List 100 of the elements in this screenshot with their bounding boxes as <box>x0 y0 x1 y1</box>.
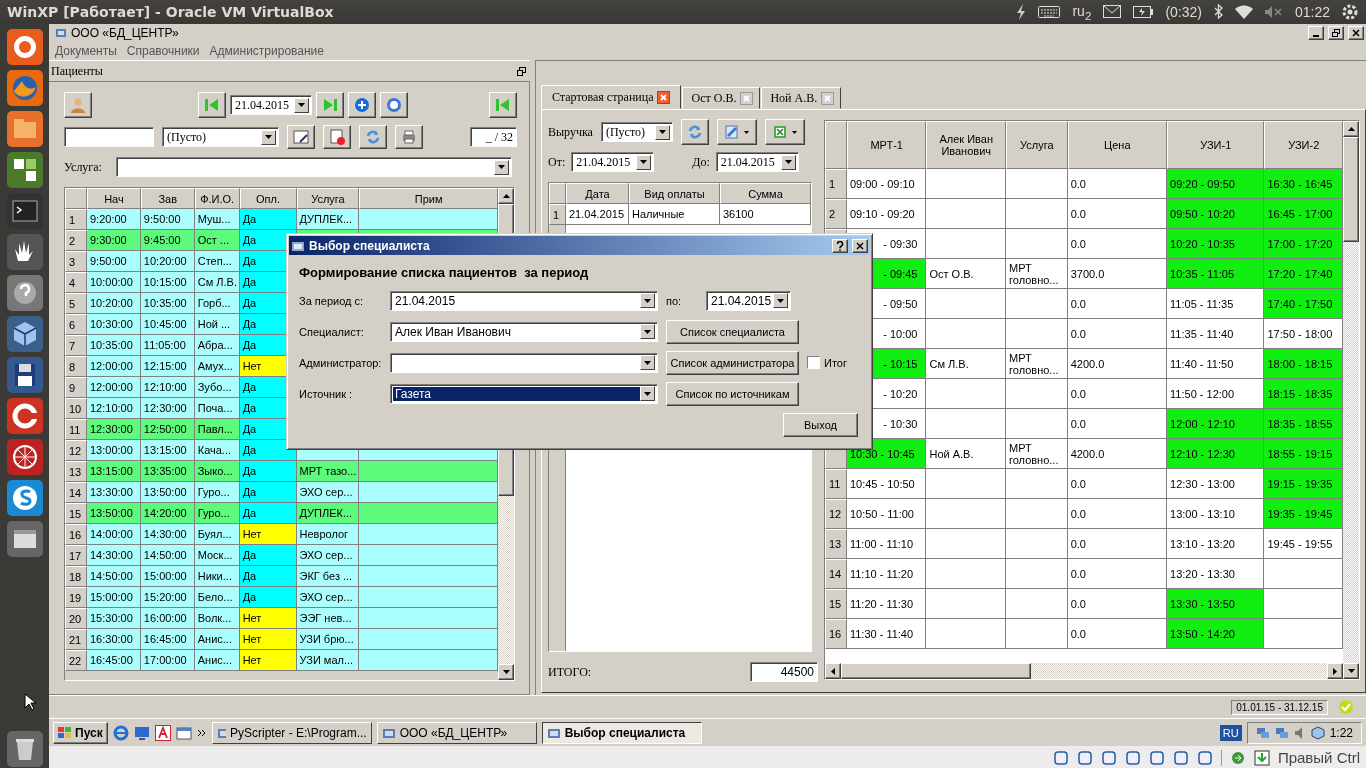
scroll-up-icon[interactable] <box>1343 121 1359 137</box>
column-header[interactable]: Алек Иван Иванович <box>926 121 1006 169</box>
edit-menu-button[interactable] <box>716 119 757 145</box>
close-button[interactable] <box>1348 26 1364 40</box>
wifi-icon[interactable] <box>1234 5 1253 19</box>
pen-icon[interactable] <box>1100 749 1117 766</box>
scroll-up-icon[interactable] <box>498 188 514 204</box>
column-header[interactable]: Прим <box>359 188 498 209</box>
taskbar-button[interactable]: ООО «БД_ЦЕНТР» <box>376 721 537 744</box>
last-button[interactable] <box>316 92 344 118</box>
time-slot-cell[interactable]: 18:00 - 18:15 <box>1264 349 1343 379</box>
check-icon[interactable] <box>1338 699 1354 715</box>
desktop-icon[interactable] <box>133 724 150 741</box>
filter-dropdown[interactable]: (Пусто) <box>162 127 279 147</box>
column-header[interactable]: МРТ-1 <box>846 121 927 169</box>
list-button[interactable]: Список администратора <box>666 350 799 375</box>
dialog-dropdown[interactable]: Алек Иван Иванович <box>390 321 658 342</box>
export-menu-button[interactable] <box>764 119 805 145</box>
time-slot-cell[interactable]: 11:10 - 11:20 <box>846 559 927 589</box>
taskbar-button[interactable]: PyScripter - E:\Program... <box>211 721 372 744</box>
muted-speaker-icon[interactable] <box>1264 6 1283 18</box>
circle-logo-icon[interactable] <box>5 28 44 66</box>
scroll-thumb[interactable] <box>1343 137 1359 242</box>
close-icon[interactable] <box>657 90 671 104</box>
date-dropdown[interactable]: 21.04.2015 <box>230 95 312 115</box>
mail-icon[interactable] <box>1103 5 1122 19</box>
time-slot-cell[interactable]: 19:15 - 19:35 <box>1264 469 1343 499</box>
keyboard-layout[interactable]: ru$_{2}$ <box>1072 2 1092 22</box>
dialog-dropdown[interactable]: 21.04.2015 <box>390 290 658 311</box>
column-header[interactable]: Зав <box>140 188 195 209</box>
browser-icon[interactable] <box>112 724 129 741</box>
chevron-icon[interactable] <box>196 727 207 738</box>
time-slot-cell[interactable]: 12:30 - 13:00 <box>1167 469 1265 499</box>
scroll-right-icon[interactable] <box>1327 663 1343 679</box>
help-button[interactable] <box>832 238 848 253</box>
time-slot-cell[interactable]: 18:15 - 18:35 <box>1264 379 1343 409</box>
network-icon[interactable] <box>1124 749 1141 766</box>
list-button[interactable]: Список специалиста <box>666 319 799 344</box>
checkbox[interactable]: Итог <box>807 356 847 369</box>
dialog-dropdown[interactable] <box>390 352 658 373</box>
folder-icon[interactable] <box>5 110 44 148</box>
taskbar-button[interactable]: Выбор специалиста <box>541 721 702 744</box>
column-header[interactable]: Опл. <box>239 188 297 209</box>
restore-icon[interactable] <box>517 66 526 76</box>
folder-icon[interactable] <box>1148 749 1165 766</box>
chat-icon[interactable] <box>5 479 44 517</box>
column-header[interactable]: Дата <box>566 183 629 204</box>
scrollbar[interactable] <box>1343 121 1359 679</box>
minimize-button[interactable] <box>1308 26 1324 40</box>
search-field[interactable] <box>64 127 154 147</box>
time-slot-cell[interactable]: 11:40 - 11:50 <box>1167 349 1265 379</box>
time-slot-cell[interactable]: 13:30 - 13:50 <box>1167 589 1265 619</box>
settings-icon[interactable] <box>1342 4 1358 20</box>
capture-icon[interactable] <box>1196 749 1213 766</box>
restore-button[interactable] <box>1328 26 1344 40</box>
keyboard-icon[interactable] <box>1038 6 1061 18</box>
cube-icon[interactable] <box>5 315 44 353</box>
time-slot-cell[interactable]: 18:55 - 19:15 <box>1264 439 1343 469</box>
chip-icon[interactable] <box>1172 749 1189 766</box>
column-header[interactable]: Вид оплаты <box>629 183 720 204</box>
time-slot-cell[interactable]: 18:35 - 18:55 <box>1264 409 1343 439</box>
column-header[interactable]: Услуга <box>1005 121 1068 169</box>
refresh-button[interactable] <box>680 119 709 145</box>
column-header[interactable]: Цена <box>1067 121 1168 169</box>
time-slot-cell[interactable]: 19:35 - 19:45 <box>1264 499 1343 529</box>
column-header[interactable]: УЗИ-2 <box>1264 121 1343 169</box>
time-slot-cell[interactable]: 12:00 - 12:10 <box>1167 409 1265 439</box>
list-button[interactable]: Список по источникам <box>666 381 799 406</box>
scroll-left-icon[interactable] <box>825 663 841 679</box>
column-header[interactable]: Ф.И.О. <box>194 188 240 209</box>
first-button[interactable] <box>198 92 226 118</box>
exit-button[interactable]: Выход <box>783 412 858 437</box>
time-slot-cell[interactable]: 11:20 - 11:30 <box>846 589 927 619</box>
time-slot-cell[interactable]: 13:10 - 13:20 <box>1167 529 1265 559</box>
arrow-circle-icon[interactable] <box>1229 749 1246 766</box>
language-indicator[interactable]: RU <box>1219 724 1242 741</box>
clock[interactable]: 01:22 <box>1294 4 1330 20</box>
scrollbar[interactable] <box>825 663 1343 679</box>
menu-item[interactable]: Справочники <box>126 44 200 58</box>
close-icon[interactable] <box>740 91 754 105</box>
time-slot-cell[interactable]: 19:45 - 19:55 <box>1264 529 1343 559</box>
network-icon[interactable] <box>1255 725 1270 740</box>
time-slot-cell[interactable]: 11:00 - 11:10 <box>846 529 927 559</box>
user-button[interactable] <box>64 92 92 118</box>
edit-button[interactable] <box>287 125 315 149</box>
column-header[interactable]: Нач <box>86 188 141 209</box>
time-slot-cell[interactable]: 13:50 - 14:20 <box>1167 619 1265 649</box>
menu-item[interactable]: Администрирование <box>209 44 324 58</box>
font-icon[interactable] <box>154 724 171 741</box>
tiles-icon[interactable] <box>5 151 44 189</box>
time-slot-cell[interactable]: 10:45 - 10:50 <box>846 469 927 499</box>
scroll-down-icon[interactable] <box>498 664 514 680</box>
time-slot-cell[interactable]: 13:20 - 13:30 <box>1167 559 1265 589</box>
refresh-button[interactable] <box>359 125 387 149</box>
clock[interactable]: 1:22 <box>1329 725 1353 740</box>
trash-icon[interactable] <box>5 730 44 768</box>
back-button[interactable] <box>489 92 517 118</box>
delete-button[interactable] <box>323 125 351 149</box>
time-slot-cell[interactable] <box>1264 589 1343 619</box>
column-header[interactable]: Услуга <box>296 188 360 209</box>
